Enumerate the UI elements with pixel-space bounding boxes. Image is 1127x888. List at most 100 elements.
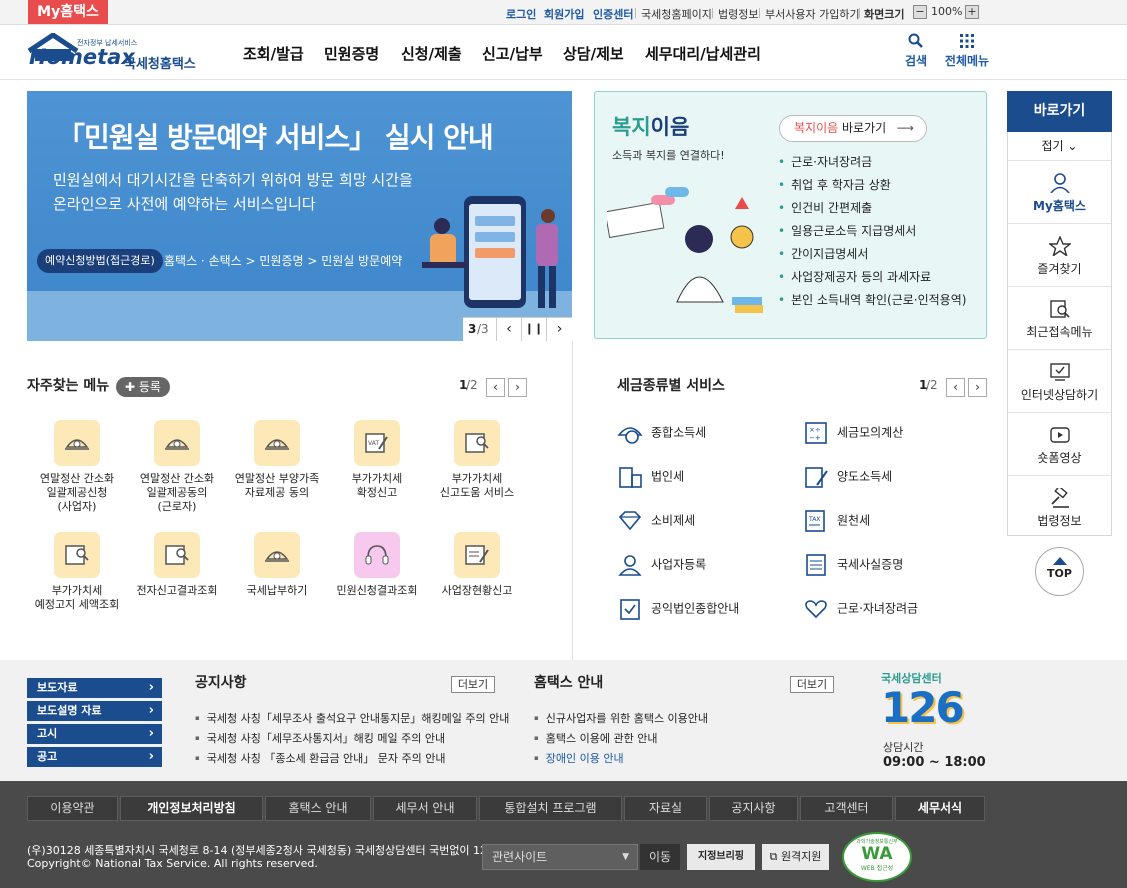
footer-link-library[interactable]: 자료실 [624, 796, 707, 821]
guide-item-accessibility[interactable]: 장애인 이용 안내 [534, 750, 624, 766]
zoom-out-button[interactable]: − [913, 5, 927, 19]
notice-item[interactable]: 국세청 사칭「세무조사통지서」해킹 메일 주의 안내 [195, 730, 445, 746]
footer-link-office-guide[interactable]: 세무서 안내 [373, 796, 477, 821]
taxsvc-fact-certificate[interactable]: 국세사실증명 [803, 553, 903, 577]
fav-label: 연말정산 간소화 [139, 472, 215, 485]
document-write-icon [805, 467, 828, 488]
nav-consult[interactable]: 상담/제보 [563, 43, 624, 64]
taxsvc-capital-gains[interactable]: 양도소득세 [803, 465, 892, 489]
fav-next-button[interactable]: › [508, 378, 527, 397]
quick-fold-button[interactable]: 접기 ⌄ [1008, 132, 1111, 160]
welfare-item[interactable]: 취업 후 학자금 상환 [778, 176, 891, 193]
banner-prev-button[interactable]: ‹ [496, 318, 521, 341]
fav-item-vat-final-report[interactable]: VAT 부가가치세 확정신고 [328, 420, 426, 500]
joint-signup-link[interactable]: 부서사용자 가입하기 [765, 6, 860, 22]
welfare-item[interactable]: 간이지급명세서 [778, 245, 868, 262]
footer-link-hometax-guide[interactable]: 홈택스 안내 [265, 796, 371, 821]
taxsvc-earned-income-credit[interactable]: 근로·자녀장려금 [803, 597, 918, 621]
welfare-item[interactable]: 사업장제공자 등의 과세자료 [778, 268, 931, 285]
taxsvc-tax-simulator[interactable]: ×÷ −+ 세금모의계산 [803, 421, 903, 445]
footer-link-install[interactable]: 통합설치 프로그램 [479, 796, 622, 821]
footer-link-customer[interactable]: 고객센터 [800, 796, 893, 821]
notice-item[interactable]: 국세청 사칭「세무조사 출석요구 안내통지문」해킹메일 주의 안내 [195, 710, 510, 726]
search-button[interactable]: 검색 [891, 33, 941, 69]
all-menu-button[interactable]: 전체메뉴 [941, 33, 993, 69]
quick-recent-menu[interactable]: 최근접속메뉴 [1008, 286, 1111, 348]
fav-item-petition-result[interactable]: 민원신청결과조회 [328, 532, 426, 598]
notice-more-button[interactable]: 더보기 [451, 676, 495, 693]
nav-report-pay[interactable]: 신고/납부 [482, 43, 543, 64]
footer-link-terms[interactable]: 이용약관 [27, 796, 118, 821]
fav-prev-button[interactable]: ‹ [486, 378, 505, 397]
quick-menu: 바로가기 접기 ⌄ My홈택스 즐겨찾기 최근접속메뉴 인터넷상담하기 숏폼영상… [1007, 91, 1112, 536]
banner-pause-button[interactable]: ❙❙ [521, 318, 546, 341]
press-explanation-button[interactable]: 보도설명 자료 [27, 701, 162, 721]
consult-hours-label: 상담시간 [883, 741, 924, 754]
quick-shortform-video[interactable]: 숏폼영상 [1008, 412, 1111, 474]
briefing-button[interactable]: 지정브리핑 [687, 844, 755, 870]
taxsvc-business-registration[interactable]: 사업자등록 [617, 553, 706, 577]
main-banner[interactable]: 「민원실 방문예약 서비스」 실시 안내 민원실에서 대기시간을 단축하기 위하… [27, 91, 572, 341]
announcement-button[interactable]: 고시 [27, 724, 162, 744]
tax-hat-icon [265, 551, 289, 562]
fav-item-pay-tax[interactable]: 국세납부하기 [228, 532, 326, 598]
welfare-item[interactable]: 본인 소득내역 확인(근로·인적용역) [778, 291, 966, 308]
welfare-item[interactable]: 인건비 간편제출 [778, 199, 872, 216]
fav-item-vat-help[interactable]: 부가가치세 신고도움 서비스 [428, 420, 526, 500]
fav-item-dependents-consent[interactable]: 연말정산 부양가족 자료제공 동의 [228, 420, 326, 500]
taxsvc-global-income[interactable]: 종합소득세 [617, 421, 706, 445]
remote-label: 원격지원 [780, 850, 822, 863]
banner-next-button[interactable]: › [546, 318, 572, 341]
fav-item-business-status[interactable]: 사업장현황신고 [428, 532, 526, 598]
taxsvc-withholding[interactable]: TAX 원천세 [803, 509, 870, 533]
guide-item[interactable]: 신규사업자를 위한 홈택스 이용안내 [534, 710, 708, 726]
quick-favorites[interactable]: 즐겨찾기 [1008, 223, 1111, 285]
taxsvc-public-interest[interactable]: 공익법인종합안내 [617, 597, 739, 621]
related-site-select[interactable]: 관련사이트 ▼ [482, 844, 638, 870]
welfare-item[interactable]: 일용근로소득 지급명세서 [778, 222, 916, 239]
search-icon [908, 33, 923, 48]
fav-item-vat-preliminary[interactable]: 부가가치세 예정고지 세액조회 [28, 532, 126, 612]
fav-label: 국세납부하기 [246, 584, 308, 597]
quick-law-info[interactable]: 법령정보 [1008, 475, 1111, 537]
signup-link[interactable]: 회원가입 [544, 6, 584, 22]
fav-item-year-end-employee[interactable]: 연말정산 간소화 일괄제공동의 (근로자) [128, 420, 226, 514]
fav-item-e-report-result[interactable]: 전자신고결과조회 [128, 532, 226, 598]
top-button[interactable]: TOP [1035, 547, 1084, 596]
footer-link-notice[interactable]: 공지사항 [709, 796, 798, 821]
my-hometax-badge[interactable]: My홈택스 [28, 0, 108, 24]
quick-my-hometax[interactable]: My홈택스 [1008, 160, 1111, 222]
footer-link-tax-forms[interactable]: 세무서식 [895, 796, 985, 821]
guide-more-button[interactable]: 더보기 [790, 676, 834, 693]
fav-item-year-end-business[interactable]: 연말정산 간소화 일괄제공신청 (사업자) [28, 420, 126, 514]
wa-accessibility-badge[interactable]: 과학기술정보통신부 WA WEB 접근성 [842, 832, 912, 882]
footer-link-privacy[interactable]: 개인정보처리방침 [120, 796, 263, 821]
taxsvc-next-button[interactable]: › [968, 378, 987, 397]
nav-tax-agent[interactable]: 세무대리/납세관리 [645, 43, 761, 64]
cert-center-link[interactable]: 인증센터 [593, 6, 633, 22]
taxsvc-prev-button[interactable]: ‹ [946, 378, 965, 397]
taxsvc-corporate[interactable]: 법인세 [617, 465, 684, 489]
fav-label: 사업장현황신고 [441, 584, 513, 597]
nav-inquiry[interactable]: 조회/발급 [243, 43, 304, 64]
fav-add-button[interactable]: ✚ 등록 [116, 377, 170, 397]
nav-apply[interactable]: 신청/제출 [401, 43, 462, 64]
guide-item[interactable]: 홈택스 이용에 관한 안내 [534, 730, 658, 746]
document-search-icon [65, 545, 89, 565]
notice-item[interactable]: 국세청 사칭 「종소세 환급금 안내」 문자 주의 안내 [195, 750, 446, 766]
hometax-logo[interactable]: 전자정부 납세서비스 Hometax 국세청홈택스 [27, 31, 207, 75]
welfare-go-button[interactable]: 복지이음 바로가기 ⟶ [779, 115, 927, 142]
fav-icon-box [254, 532, 300, 578]
taxsvc-consumption[interactable]: 소비제세 [617, 509, 695, 533]
public-notice-button[interactable]: 공고 [27, 747, 162, 767]
related-site-go-button[interactable]: 이동 [640, 844, 680, 870]
welfare-item[interactable]: 근로·자녀장려금 [778, 153, 872, 170]
law-info-link[interactable]: 법령정보 [718, 6, 758, 22]
nts-home-link[interactable]: 국세청홈페이지 [641, 6, 712, 22]
quick-online-consult[interactable]: 인터넷상담하기 [1008, 349, 1111, 411]
login-link[interactable]: 로그인 [506, 6, 536, 22]
zoom-in-button[interactable]: + [965, 5, 979, 19]
press-release-button[interactable]: 보도자료 [27, 678, 162, 698]
remote-support-button[interactable]: ⧉ 원격지원 [762, 844, 829, 870]
nav-certificate[interactable]: 민원증명 [324, 43, 379, 64]
